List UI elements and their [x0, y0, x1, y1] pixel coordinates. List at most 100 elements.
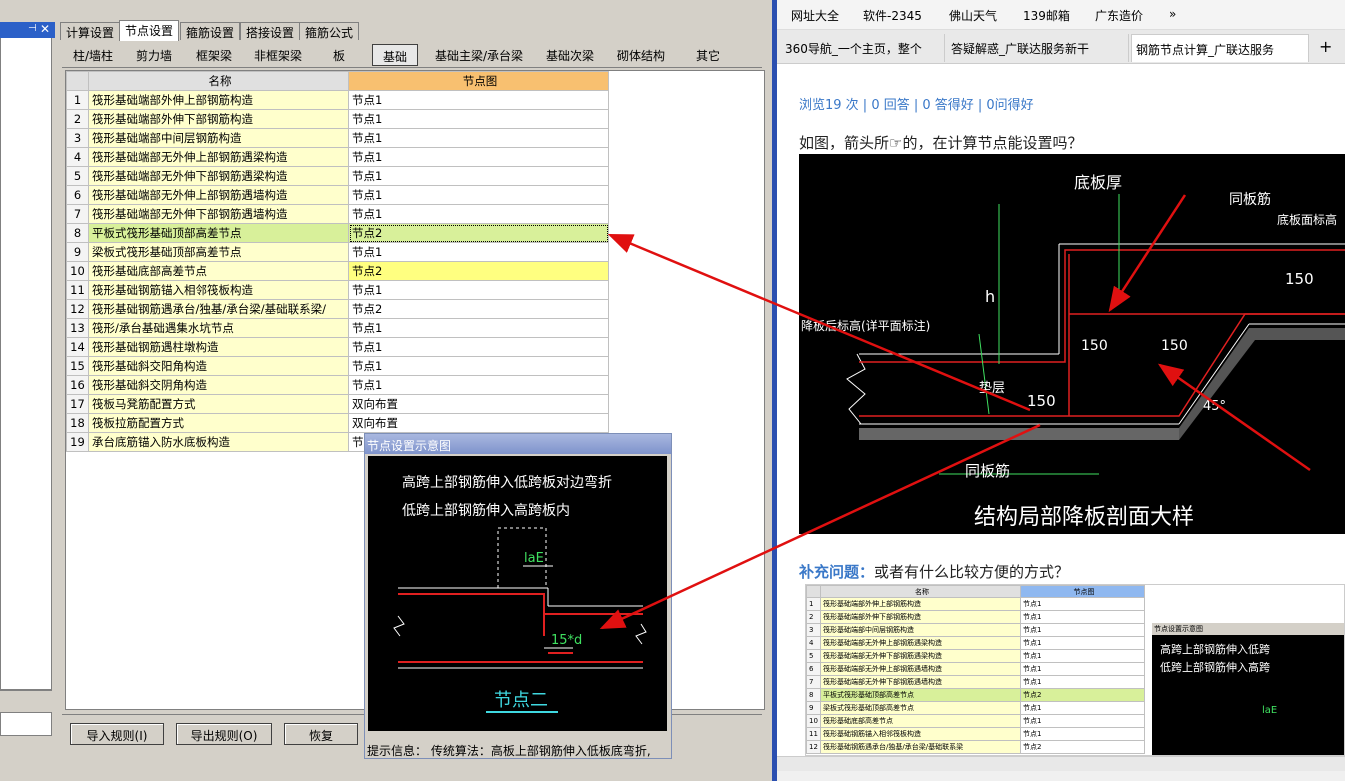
table-row[interactable]: 8 平板式筏形基础顶部高差节点 节点2 — [66, 223, 609, 243]
node-diagram-popup: 节点设置示意图 高跨上部钢筋伸入低跨板对边弯折 低跨上部钢筋伸入高跨板内 laE… — [364, 433, 672, 759]
mini-table-row: 5 筏形基础端部无外伸下部钢筋遇梁构造 节点1 — [806, 649, 1145, 663]
cad-section-image: 底板厚 同板筋 底板面标高 h 降板后标高(详平面标注) 150 150 150… — [799, 154, 1345, 534]
popup-diagram: 高跨上部钢筋伸入低跨板对边弯折 低跨上部钢筋伸入高跨板内 laE 15*d 节点… — [368, 456, 667, 731]
row-number: 14 — [66, 337, 89, 357]
table-row[interactable]: 3 筏形基础端部中间层钢筋构造 节点1 — [66, 128, 609, 148]
popup-line1: 高跨上部钢筋伸入低跨板对边弯折 — [402, 474, 612, 491]
cad-dim-150d: 150 — [1027, 392, 1056, 410]
mini-popup: 节点设置示意图 高跨上部钢筋伸入低跨 低跨上部钢筋伸入高跨 laE — [1152, 623, 1344, 755]
table-row[interactable]: 18 筏板拉筋配置方式 双向布置 — [66, 413, 609, 433]
row-name: 筏形基础钢筋遇承台/独基/承台梁/基础联系梁/ — [88, 299, 349, 319]
mini-row-node: 节点1 — [1020, 623, 1145, 637]
row-node-select[interactable]: 节点1 — [348, 185, 609, 205]
row-node-select[interactable]: 节点1 — [348, 337, 609, 357]
row-node-select[interactable]: 节点1 — [348, 242, 609, 262]
mini-table-row: 9 梁板式筏形基础顶部高差节点 节点1 — [806, 701, 1145, 715]
row-name: 筏形基础端部无外伸下部钢筋遇梁构造 — [88, 166, 349, 186]
mini-table-row: 3 筏形基础端部中间层钢筋构造 节点1 — [806, 623, 1145, 637]
row-node-select[interactable]: 节点1 — [348, 90, 609, 110]
row-node-select[interactable]: 节点2 — [348, 261, 609, 281]
bookmark-mail[interactable]: 139邮箱 — [1023, 7, 1070, 24]
row-name: 筏形基础斜交阳角构造 — [88, 356, 349, 376]
browser-tab-label: 答疑解惑_广联达服务新干 — [951, 42, 1090, 56]
bookmark-more[interactable]: » — [1169, 7, 1176, 21]
table-row[interactable]: 7 筏形基础端部无外伸下部钢筋遇墙构造 节点1 — [66, 204, 609, 224]
table-row[interactable]: 13 筏形/承台基础遇集水坑节点 节点1 — [66, 318, 609, 338]
mini-row-node: 节点1 — [1020, 649, 1145, 663]
row-node-select[interactable]: 双向布置 — [348, 413, 609, 433]
subtab-foundation-main-beam[interactable]: 基础主梁/承台梁 — [424, 44, 534, 66]
subtab-shear-wall[interactable]: 剪力墙 — [124, 44, 184, 66]
bookmark-software[interactable]: 软件-2345 — [863, 7, 922, 24]
pin-icon[interactable]: ⊣ — [28, 23, 37, 34]
table-row[interactable]: 15 筏形基础斜交阳角构造 节点1 — [66, 356, 609, 376]
table-row[interactable]: 9 梁板式筏形基础顶部高差节点 节点1 — [66, 242, 609, 262]
table-row[interactable]: 2 筏形基础端部外伸下部钢筋构造 节点1 — [66, 109, 609, 129]
table-row[interactable]: 5 筏形基础端部无外伸下部钢筋遇梁构造 节点1 — [66, 166, 609, 186]
tab-node-settings[interactable]: 节点设置 — [119, 20, 180, 41]
row-node-select[interactable]: 节点2 — [348, 223, 609, 243]
mini-row-node: 节点1 — [1020, 714, 1145, 728]
row-node-select[interactable]: 双向布置 — [348, 394, 609, 414]
table-row[interactable]: 17 筏板马凳筋配置方式 双向布置 — [66, 394, 609, 414]
table-row[interactable]: 10 筏形基础底部高差节点 节点2 — [66, 261, 609, 281]
row-number: 9 — [66, 242, 89, 262]
row-node-select[interactable]: 节点1 — [348, 375, 609, 395]
node-two-diagram: 高跨上部钢筋伸入低跨板对边弯折 低跨上部钢筋伸入高跨板内 laE 15*d 节点… — [393, 474, 647, 713]
mini-row-number: 7 — [806, 675, 821, 689]
tab-stirrup-formula[interactable]: 箍筋公式 — [299, 22, 360, 40]
mini-row-name: 筏形基础端部外伸下部钢筋构造 — [820, 610, 1021, 624]
tab-calc-settings[interactable]: 计算设置 — [60, 22, 121, 40]
subtab-other[interactable]: 其它 — [680, 44, 736, 66]
mini-table-row: 7 筏形基础端部无外伸下部钢筋遇墙构造 节点1 — [806, 675, 1145, 689]
bookmark-weather[interactable]: 佛山天气 — [949, 7, 997, 24]
table-row[interactable]: 11 筏形基础钢筋锚入相邻筏板构造 节点1 — [66, 280, 609, 300]
row-node-select[interactable]: 节点1 — [348, 280, 609, 300]
table-row[interactable]: 1 筏形基础端部外伸上部钢筋构造 节点1 — [66, 90, 609, 110]
browser-tab-qa[interactable]: 答疑解惑_广联达服务新干 — [947, 34, 1129, 62]
browser-tab-360[interactable]: 360导航_一个主页，整个 — [781, 34, 945, 62]
bookmark-site-nav[interactable]: 网址大全 — [791, 7, 839, 24]
cad-title: 结构局部降板剖面大样 — [974, 505, 1194, 530]
row-node-select[interactable]: 节点1 — [348, 356, 609, 376]
cad-section-drawing: 底板厚 同板筋 底板面标高 h 降板后标高(详平面标注) 150 150 150… — [801, 173, 1345, 530]
table-row[interactable]: 16 筏形基础斜交阴角构造 节点1 — [66, 375, 609, 395]
close-icon[interactable]: ✕ — [40, 22, 50, 36]
tab-stirrup-settings[interactable]: 箍筋设置 — [180, 22, 241, 40]
row-node-select[interactable]: 节点1 — [348, 147, 609, 167]
mini-popup-title: 节点设置示意图 — [1154, 625, 1203, 633]
new-tab-button[interactable]: + — [1313, 34, 1343, 62]
bookmark-cost[interactable]: 广东造价 — [1095, 7, 1143, 24]
row-name: 筏形基础钢筋锚入相邻筏板构造 — [88, 280, 349, 300]
import-rules-button[interactable]: 导入规则(I) — [70, 723, 164, 745]
browser-tab-rebar[interactable]: 钢筋节点计算_广联达服务 — [1131, 34, 1309, 62]
row-name: 筏形基础底部高差节点 — [88, 261, 349, 281]
row-node-select[interactable]: 节点1 — [348, 109, 609, 129]
subtab-masonry[interactable]: 砌体结构 — [606, 44, 676, 66]
subtab-slab[interactable]: 板 — [314, 44, 364, 66]
row-number: 1 — [66, 90, 89, 110]
supplementary-text: 或者有什么比较方便的方式？ — [874, 563, 1070, 581]
browser-tab-label: 360导航_一个主页，整个 — [785, 42, 922, 56]
subtab-column-wall[interactable]: 柱/墙柱 — [64, 44, 122, 66]
table-row[interactable]: 6 筏形基础端部无外伸上部钢筋遇墙构造 节点1 — [66, 185, 609, 205]
subtab-nonframe-beam[interactable]: 非框架梁 — [244, 44, 312, 66]
table-row[interactable]: 12 筏形基础钢筋遇承台/独基/承台梁/基础联系梁/节点2 — [66, 299, 609, 319]
subtab-foundation-secondary-beam[interactable]: 基础次梁 — [538, 44, 602, 66]
horizontal-scrollbar[interactable] — [777, 756, 1345, 771]
popup-title[interactable]: 节点设置示意图 — [365, 434, 671, 454]
cad-dim-150a: 150 — [1285, 270, 1314, 288]
subtab-foundation[interactable]: 基础 — [372, 44, 418, 66]
table-row[interactable]: 4 筏形基础端部无外伸上部钢筋遇梁构造 节点1 — [66, 147, 609, 167]
row-node-select[interactable]: 节点1 — [348, 166, 609, 186]
row-node-select[interactable]: 节点2 — [348, 299, 609, 319]
row-node-select[interactable]: 节点1 — [348, 128, 609, 148]
tab-lap-settings[interactable]: 搭接设置 — [240, 22, 301, 40]
restore-button[interactable]: 恢复 — [284, 723, 358, 745]
table-row[interactable]: 14 筏形基础钢筋遇柱墩构造 节点1 — [66, 337, 609, 357]
row-node-select[interactable]: 节点1 — [348, 204, 609, 224]
row-node-select[interactable]: 节点1 — [348, 318, 609, 338]
export-rules-button[interactable]: 导出规则(O) — [176, 723, 272, 745]
subtab-frame-beam[interactable]: 框架梁 — [186, 44, 242, 66]
mini-table: 名称 节点图 1 筏形基础端部外伸上部钢筋构造 节点1 2 筏形基础端部外伸下部钢筋构造… — [806, 585, 1145, 754]
